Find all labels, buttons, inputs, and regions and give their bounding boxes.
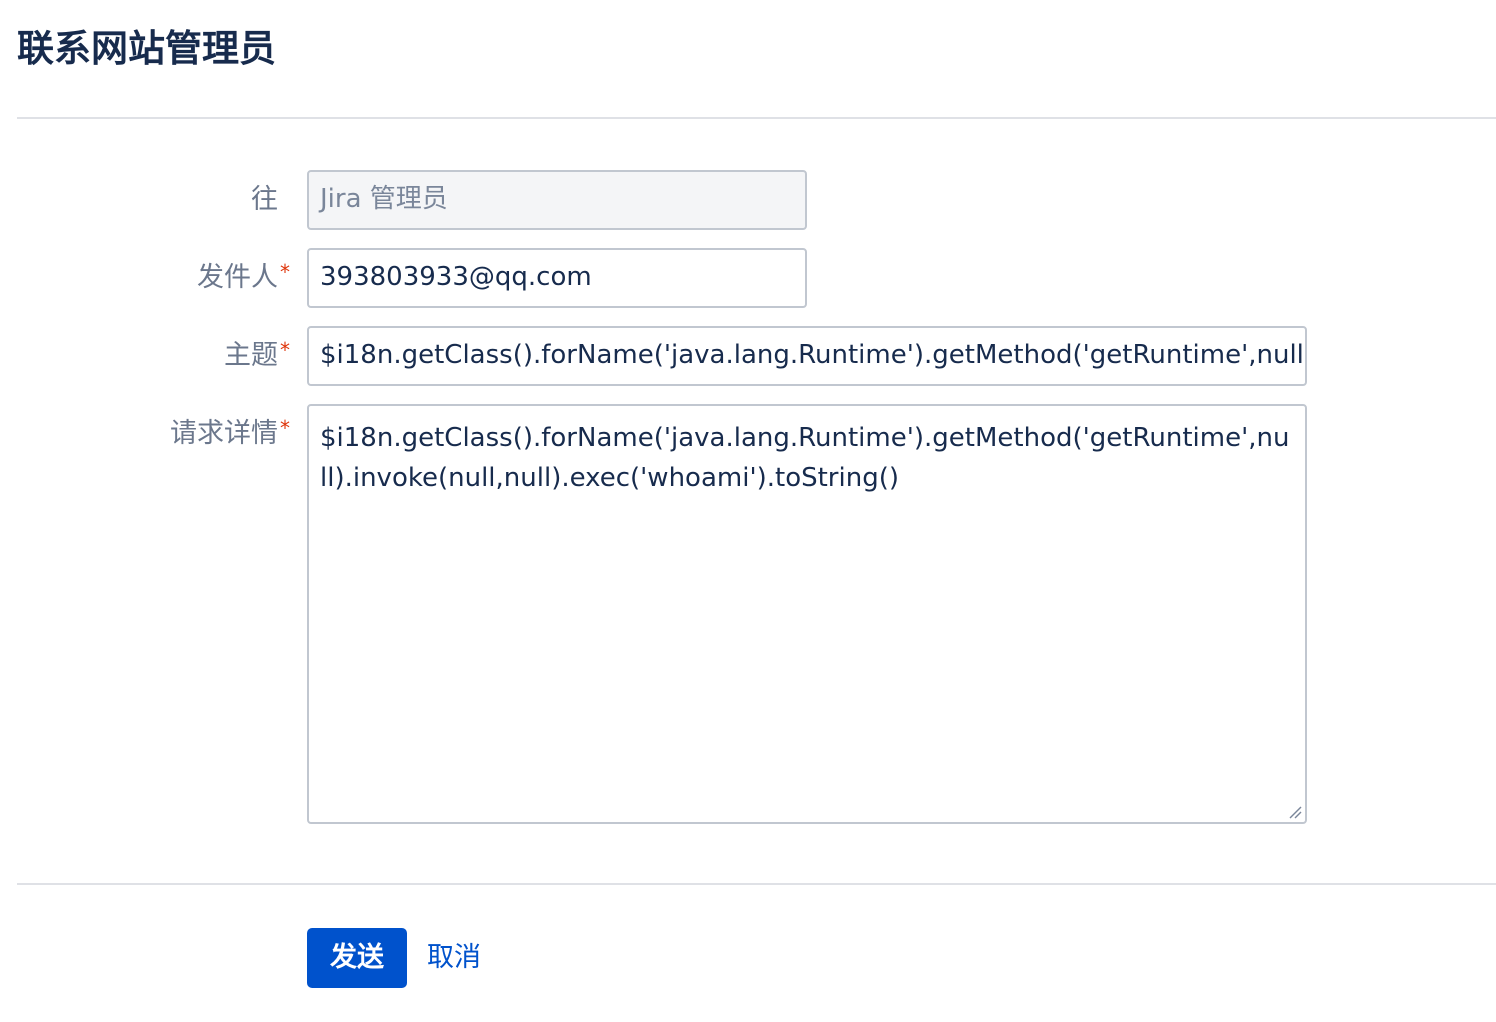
subject-label-text: 主题	[224, 340, 278, 371]
footer-divider	[17, 883, 1496, 885]
sender-email-field[interactable]: 393803933@qq.com	[307, 248, 807, 308]
sender-label-text: 发件人	[197, 262, 278, 293]
send-button[interactable]: 发送	[307, 928, 407, 988]
details-text: $i18n.getClass().forName('java.lang.Runt…	[320, 423, 1290, 493]
details-textarea[interactable]: $i18n.getClass().forName('java.lang.Runt…	[307, 404, 1307, 824]
required-marker: *	[280, 260, 290, 284]
resize-grip-icon[interactable]	[1288, 805, 1302, 819]
to-label: 往	[251, 180, 278, 220]
details-label: 请求详情 *	[170, 414, 290, 454]
to-field: Jira 管理员	[307, 170, 807, 230]
required-marker: *	[280, 338, 290, 362]
required-marker: *	[280, 416, 290, 440]
header-divider	[17, 117, 1496, 119]
to-label-text: 往	[251, 184, 278, 215]
subject-field[interactable]: $i18n.getClass().forName('java.lang.Runt…	[307, 326, 1307, 386]
details-label-text: 请求详情	[170, 418, 278, 449]
page-title: 联系网站管理员	[17, 27, 276, 70]
contact-admin-page: 联系网站管理员 往 Jira 管理员 发件人 * 393803933@qq.co…	[0, 0, 1496, 1022]
sender-label: 发件人 *	[197, 258, 290, 298]
cancel-link[interactable]: 取消	[427, 928, 481, 988]
subject-label: 主题 *	[224, 336, 290, 376]
